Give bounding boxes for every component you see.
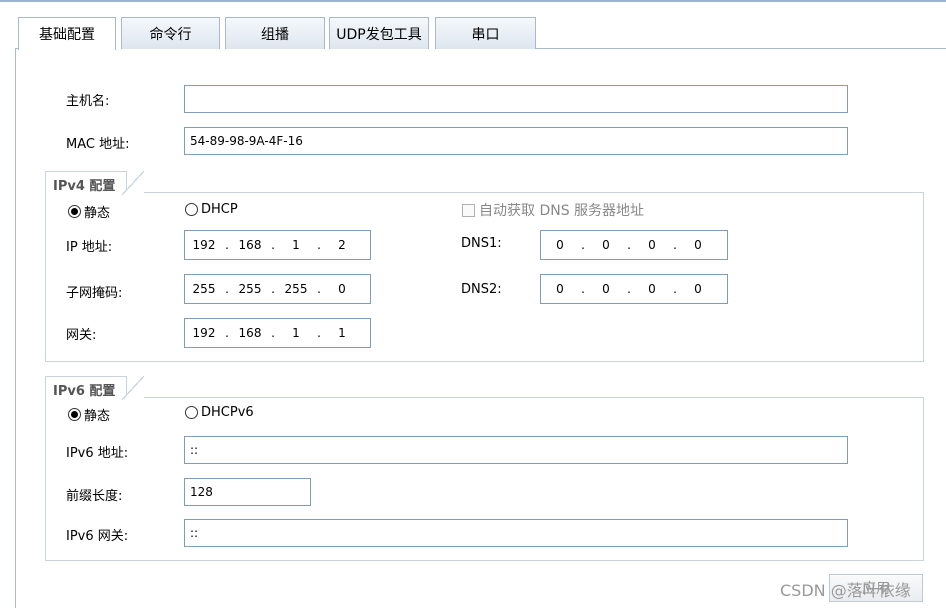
tab-udp-tool[interactable]: UDP发包工具 <box>329 17 429 49</box>
auto-dns-label: 自动获取 DNS 服务器地址 <box>479 203 645 219</box>
ipv4-static-radio[interactable]: 静态 <box>68 202 110 221</box>
ip-address-input[interactable]: 192. 168. 1. 2 <box>184 230 371 260</box>
window-top-border <box>0 0 946 2</box>
ipv6-section-title: IPv6 配置 <box>45 376 144 400</box>
ipv6-gateway-input[interactable] <box>184 519 848 547</box>
ip-octet: 2 <box>338 238 346 252</box>
ip-octet: 192 <box>192 326 216 340</box>
ip-octet: 0 <box>694 282 702 296</box>
ip-octet: 168 <box>238 238 262 252</box>
ip-octet: 192 <box>192 238 216 252</box>
ipv4-dhcp-label: DHCP <box>201 202 238 217</box>
gateway-label: 网关: <box>66 328 97 343</box>
subnet-mask-input[interactable]: 255. 255. 255. 0 <box>184 274 371 304</box>
csdn-watermark: CSDN @落叶依缘 <box>780 581 911 600</box>
ip-octet: 255 <box>238 282 262 296</box>
mac-address-label: MAC 地址: <box>66 137 130 152</box>
ipv6-static-label: 静态 <box>84 409 111 424</box>
ip-octet: 0 <box>648 282 656 296</box>
dns1-input[interactable]: 0. 0. 0. 0 <box>540 230 728 260</box>
tab-command-line[interactable]: 命令行 <box>121 17 220 49</box>
ip-octet: 255 <box>192 282 216 296</box>
ip-octet: 0 <box>694 238 702 252</box>
hostname-label: 主机名: <box>66 94 110 109</box>
auto-dns-checkbox[interactable]: 自动获取 DNS 服务器地址 <box>462 200 644 220</box>
ipv4-section-title: IPv4 配置 <box>45 171 144 195</box>
ipv6-address-label: IPv6 地址: <box>66 446 129 461</box>
ipv6-static-radio[interactable]: 静态 <box>68 405 110 424</box>
prefix-length-input[interactable] <box>184 478 311 506</box>
ip-octet: 0 <box>602 238 610 252</box>
ipv6-address-input[interactable] <box>184 436 848 464</box>
ipv6-gateway-label: IPv6 网关: <box>66 529 129 544</box>
ip-octet: 255 <box>284 282 308 296</box>
panel-left-border <box>15 48 16 608</box>
dns1-label: DNS1: <box>461 236 502 251</box>
mac-address-input[interactable] <box>184 127 848 155</box>
ipv6-dhcp-label: DHCPv6 <box>201 405 254 420</box>
ipv4-static-label: 静态 <box>84 206 111 221</box>
ipv6-dhcp-radio[interactable]: DHCPv6 <box>185 405 254 420</box>
checkbox-icon <box>462 203 475 217</box>
ip-octet: 0 <box>338 282 346 296</box>
ip-octet: 0 <box>556 238 564 252</box>
ip-address-label: IP 地址: <box>66 240 113 255</box>
ipv4-dhcp-radio[interactable]: DHCP <box>185 202 238 217</box>
hostname-input[interactable] <box>184 85 848 113</box>
tab-multicast[interactable]: 组播 <box>225 17 325 49</box>
tab-basic-config[interactable]: 基础配置 <box>18 17 116 50</box>
subnet-mask-label: 子网掩码: <box>66 286 123 301</box>
tab-serial-port[interactable]: 串口 <box>435 17 536 49</box>
gateway-input[interactable]: 192. 168. 1. 1 <box>184 318 371 348</box>
ip-octet: 1 <box>292 238 300 252</box>
dns2-input[interactable]: 0. 0. 0. 0 <box>540 274 728 304</box>
ip-octet: 168 <box>238 326 262 340</box>
tab-bar-divider-right <box>536 48 946 49</box>
ip-octet: 1 <box>292 326 300 340</box>
dns2-label: DNS2: <box>461 282 502 297</box>
ip-octet: 0 <box>602 282 610 296</box>
ip-octet: 0 <box>648 238 656 252</box>
ip-octet: 1 <box>338 326 346 340</box>
ip-octet: 0 <box>556 282 564 296</box>
radio-unselected-icon <box>185 203 198 216</box>
radio-unselected-icon <box>185 406 198 419</box>
radio-selected-icon <box>68 408 81 421</box>
radio-selected-icon <box>68 205 81 218</box>
prefix-length-label: 前缀长度: <box>66 489 123 504</box>
